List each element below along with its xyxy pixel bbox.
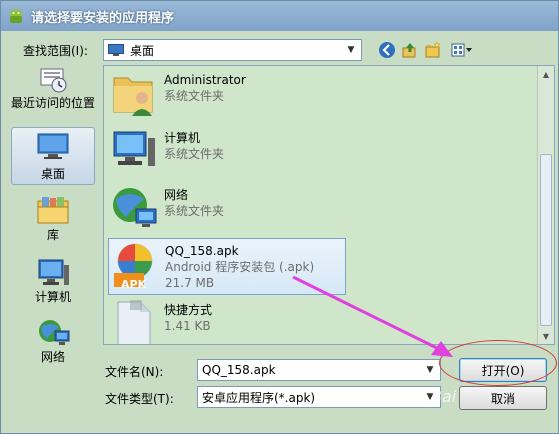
recent-places-icon — [40, 68, 67, 93]
user-folder-icon — [113, 77, 153, 116]
file-type: 系统文件夹 — [164, 147, 225, 161]
place-label: 最近访问的位置 — [11, 96, 96, 110]
place-label: 计算机 — [34, 290, 71, 304]
file-size: 21.7 MB — [165, 276, 215, 290]
up-folder-button[interactable] — [399, 39, 421, 61]
file-type: 系统文件夹 — [164, 204, 225, 218]
place-network[interactable]: 网络 — [11, 317, 95, 365]
cancel-button-label: 取消 — [490, 391, 515, 406]
filetype-combo[interactable]: 安卓应用程序(*.apk) ▼ — [197, 386, 441, 408]
file-size: 1.41 KB — [164, 319, 211, 333]
up-folder-icon — [402, 43, 416, 58]
desktop-icon — [108, 44, 124, 56]
file-list[interactable]: Administrator 系统文件夹 计算机 系统文件夹 网络 系统文件夹 A… — [103, 65, 555, 345]
file-type: Android 程序安装包 (.apk) — [165, 260, 315, 274]
places-bar: 最近访问的位置 桌面 库 计算机 网络 — [7, 65, 99, 385]
file-type: 系统文件夹 — [164, 89, 225, 103]
desktop-icon — [37, 133, 69, 159]
network-icon — [39, 320, 70, 345]
file-name: 快捷方式 — [164, 303, 213, 317]
filename-combo[interactable]: QQ_158.apk ▼ — [197, 359, 441, 381]
apk-badge: APK — [121, 278, 147, 291]
filetype-label: 文件类型(T): — [105, 392, 174, 406]
back-button[interactable] — [376, 39, 398, 61]
chevron-down-icon[interactable]: ▼ — [343, 42, 359, 58]
list-item[interactable]: 网络 系统文件夹 — [108, 183, 346, 237]
computer-icon — [113, 131, 155, 166]
new-folder-icon — [425, 41, 441, 58]
open-file-dialog: 请选择要安装的应用程序 查找范围(I): 桌面 ▼ 最近访问的位置 桌面 库 计… — [0, 0, 559, 434]
place-desktop[interactable]: 桌面 — [11, 127, 95, 185]
place-label: 库 — [46, 228, 59, 242]
list-item-selected[interactable]: APK QQ_158.apk Android 程序安装包 (.apk) 21.7… — [108, 238, 346, 295]
file-name: 计算机 — [164, 131, 201, 145]
chevron-down-icon[interactable]: ▼ — [422, 389, 438, 405]
open-button-label: 打开(O) — [481, 363, 525, 378]
new-folder-button[interactable] — [422, 39, 444, 61]
list-item[interactable]: 快捷方式 1.41 KB — [108, 298, 346, 344]
place-computer[interactable]: 计算机 — [11, 257, 95, 305]
view-grid-icon — [451, 43, 472, 57]
place-recent[interactable]: 最近访问的位置 — [11, 65, 95, 111]
chevron-down-icon[interactable]: ▼ — [422, 362, 438, 378]
view-menu-button[interactable] — [449, 39, 475, 61]
filename-value: QQ_158.apk — [202, 363, 276, 377]
place-label: 网络 — [40, 350, 65, 364]
filetype-value: 安卓应用程序(*.apk) — [202, 390, 316, 405]
title-bar[interactable]: 请选择要安装的应用程序 — [1, 1, 558, 31]
place-library[interactable]: 库 — [11, 195, 95, 243]
look-in-combo[interactable]: 桌面 ▼ — [103, 39, 362, 61]
computer-icon — [38, 259, 69, 285]
open-button[interactable]: 打开(O) — [459, 358, 547, 382]
list-item[interactable]: 计算机 系统文件夹 — [108, 126, 346, 180]
back-arrow-icon — [379, 42, 395, 58]
scroll-up-icon[interactable]: ▲ — [538, 66, 554, 82]
look-in-label: 查找范围(I): — [23, 44, 88, 58]
cancel-button[interactable]: 取消 — [459, 386, 547, 410]
list-item[interactable]: Administrator 系统文件夹 — [108, 68, 346, 122]
file-name: QQ_158.apk — [165, 244, 239, 258]
vertical-scrollbar[interactable]: ▲ ▼ — [537, 66, 554, 344]
network-globe-icon — [113, 188, 157, 227]
window-title: 请选择要安装的应用程序 — [31, 10, 175, 26]
scroll-thumb[interactable] — [540, 154, 552, 326]
filename-label: 文件名(N): — [105, 365, 164, 379]
file-name: 网络 — [164, 188, 189, 202]
android-app-icon — [10, 9, 22, 23]
library-icon — [37, 197, 69, 224]
file-name: Administrator — [164, 73, 246, 87]
place-label: 桌面 — [40, 167, 65, 181]
scroll-down-icon[interactable]: ▼ — [538, 328, 554, 344]
shortcut-icon — [117, 300, 151, 344]
look-in-value: 桌面 — [130, 43, 155, 58]
look-in-row: 查找范围(I): 桌面 ▼ — [1, 37, 558, 63]
